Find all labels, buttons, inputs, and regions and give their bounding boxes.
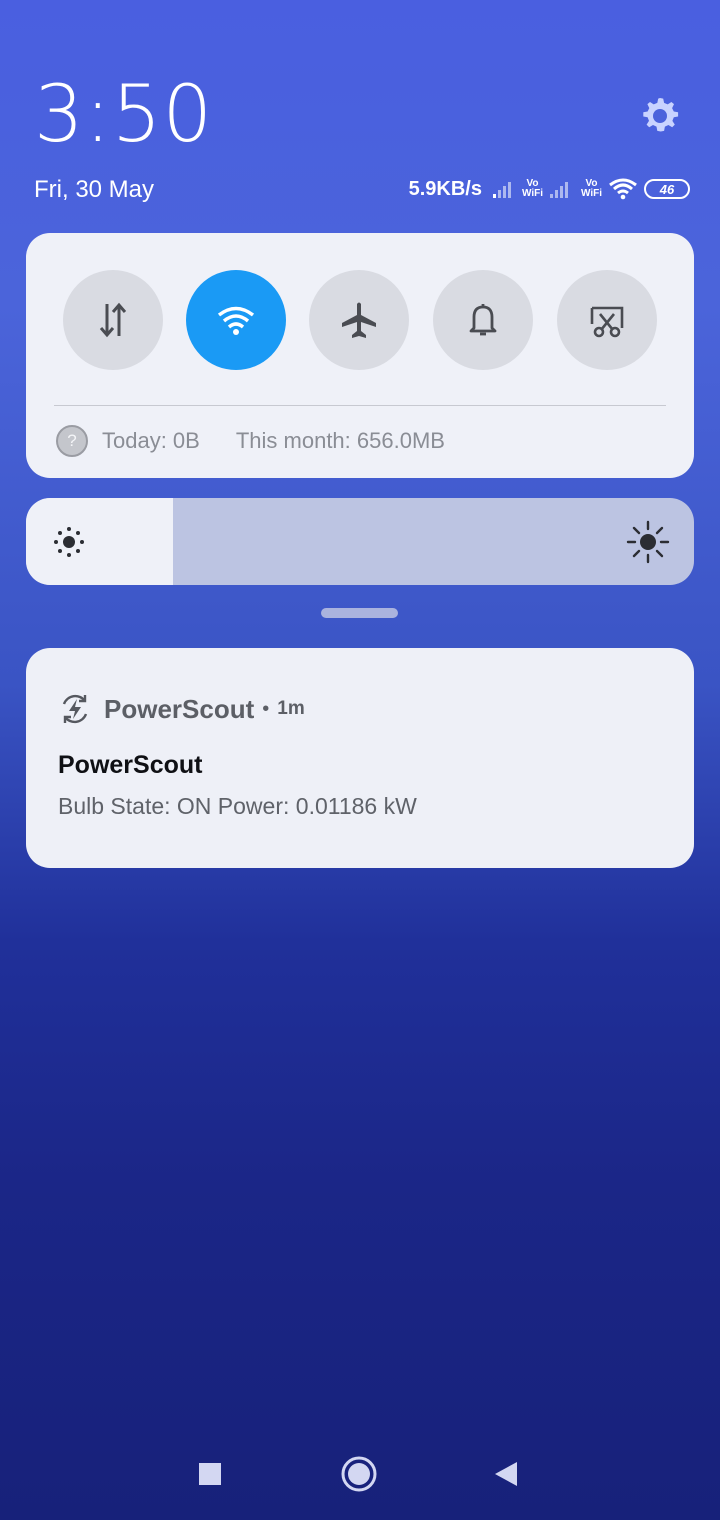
notification-time: 1m xyxy=(277,698,305,719)
usage-month: This month: 656.0MB xyxy=(235,428,445,453)
circle-icon xyxy=(341,1456,377,1492)
signal-icon xyxy=(549,182,568,198)
panel-drag-handle[interactable] xyxy=(321,608,398,618)
wifi-status-icon xyxy=(609,178,637,200)
mobile-data-toggle[interactable] xyxy=(63,270,163,370)
power-app-icon xyxy=(62,694,88,724)
notification-body: Bulb State: ON Power: 0.01186 kW xyxy=(58,793,417,819)
brightness-low-icon xyxy=(54,527,84,557)
network-speed: 5.9KB/s xyxy=(408,177,482,200)
back-button[interactable] xyxy=(486,1454,526,1494)
back-triangle-icon xyxy=(495,1462,517,1486)
signal-icon xyxy=(492,182,511,198)
brightness-fill xyxy=(26,498,173,585)
navigation-bar xyxy=(0,1436,720,1512)
wifi-toggle[interactable] xyxy=(186,270,286,370)
data-usage-row[interactable]: ? Today: 0B This month: 656.0MB xyxy=(56,425,445,457)
wifi-icon xyxy=(217,306,255,335)
scissors-icon xyxy=(590,306,624,338)
status-icons: 5.9KB/s Vo WiFi Vo WiFi 46 xyxy=(409,174,690,204)
brightness-slider[interactable] xyxy=(26,498,694,585)
screenshot-toggle[interactable] xyxy=(557,270,657,370)
airplane-mode-toggle[interactable] xyxy=(309,270,409,370)
usage-today: Today: 0B xyxy=(102,428,200,453)
divider xyxy=(54,405,666,406)
separator-dot: • xyxy=(262,697,270,720)
data-arrows-icon xyxy=(99,302,127,338)
square-icon xyxy=(199,1463,221,1485)
vowifi-indicator-2: Vo WiFi xyxy=(580,178,602,199)
vowifi-indicator-1: Vo WiFi xyxy=(521,178,543,199)
notification-title: PowerScout xyxy=(58,751,203,779)
date: Fri, 30 May xyxy=(34,176,155,203)
brightness-high-icon xyxy=(626,520,670,564)
notification-app-name: PowerScout xyxy=(104,693,255,724)
quick-settings-panel: ? Today: 0B This month: 656.0MB xyxy=(26,233,694,478)
help-icon: ? xyxy=(56,425,88,457)
notification-card[interactable]: PowerScout • 1m PowerScout Bulb State: O… xyxy=(26,648,694,868)
battery-indicator: 46 xyxy=(644,179,690,199)
notification-header: PowerScout • 1m xyxy=(58,692,305,726)
recents-button[interactable] xyxy=(190,1454,230,1494)
clock[interactable]: 3:50 xyxy=(34,70,213,160)
sound-toggle[interactable] xyxy=(433,270,533,370)
airplane-icon xyxy=(342,302,376,338)
bell-icon xyxy=(469,304,497,336)
home-button[interactable] xyxy=(339,1454,379,1494)
settings-gear-icon[interactable] xyxy=(638,94,682,138)
